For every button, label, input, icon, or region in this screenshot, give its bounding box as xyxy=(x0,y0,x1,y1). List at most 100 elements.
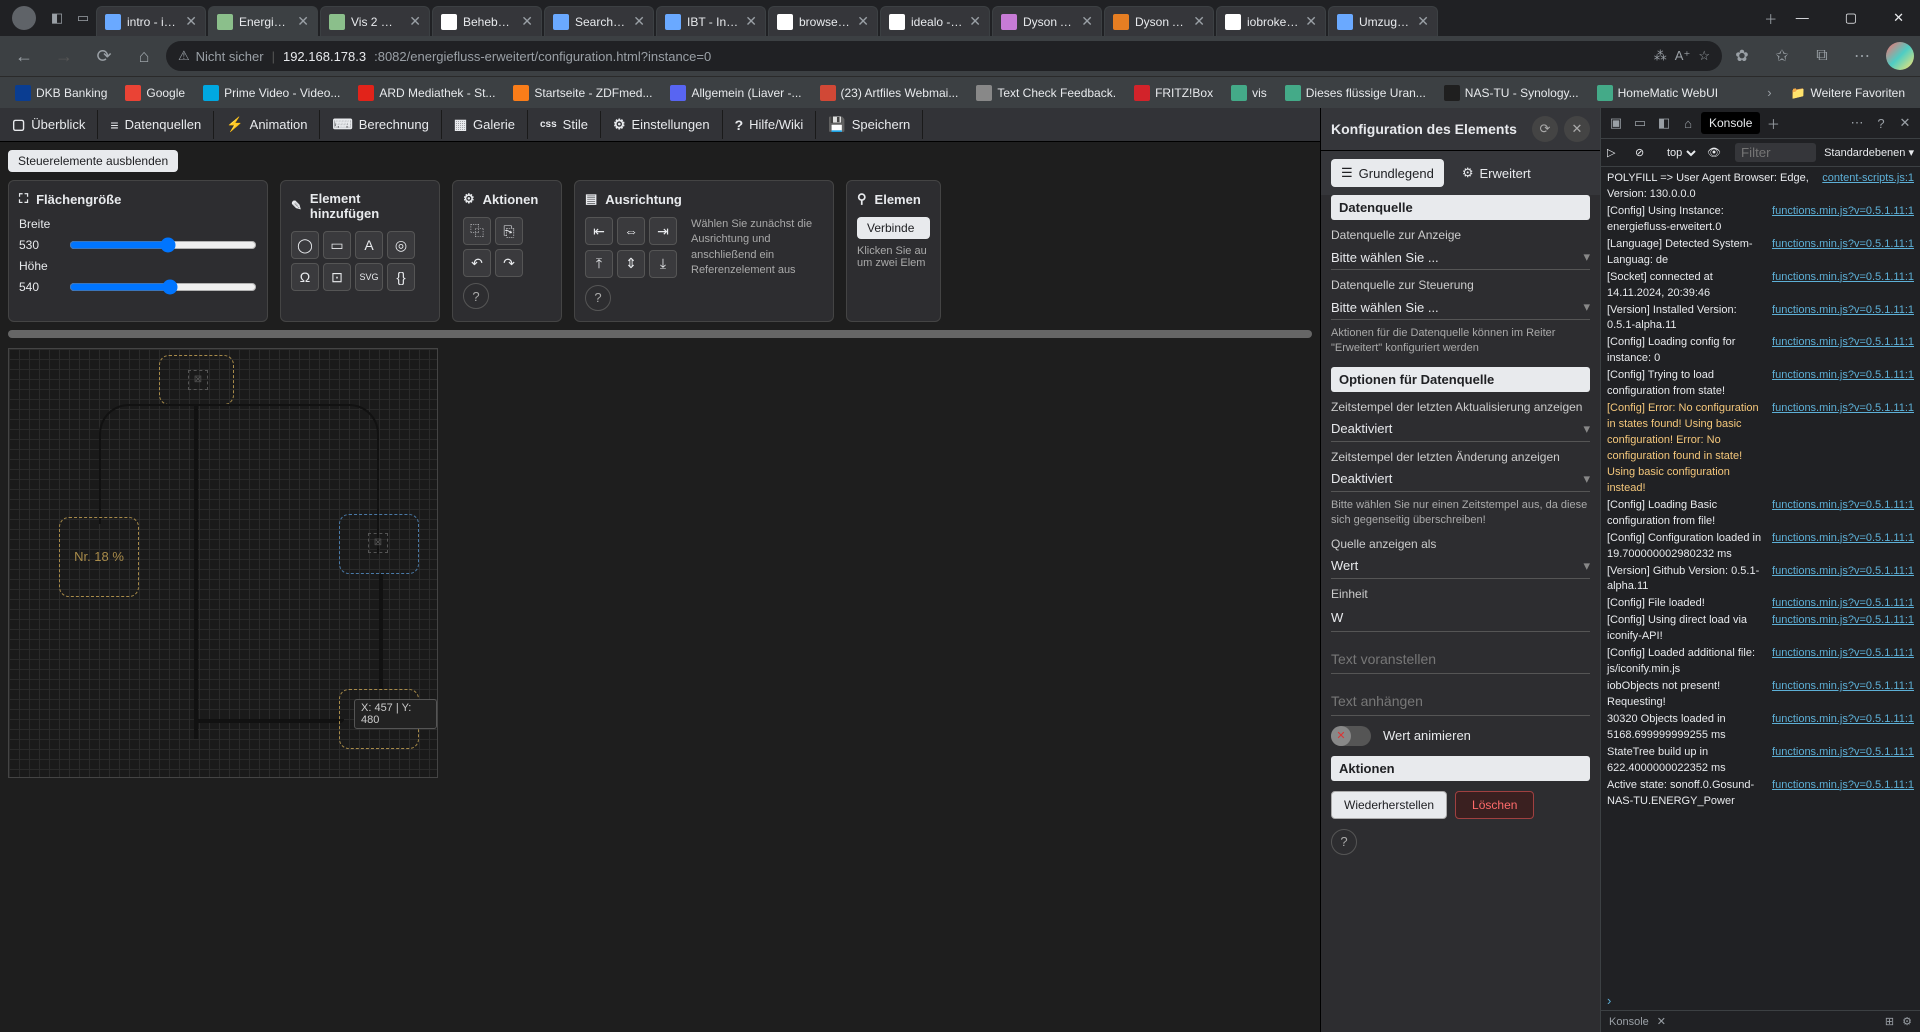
log-source-link[interactable]: functions.min.js?v=0.5.1.11:1 xyxy=(1772,368,1914,400)
add-svg-button[interactable]: SVG xyxy=(355,263,383,291)
help-icon[interactable]: ? xyxy=(1331,829,1357,855)
clear-console-icon[interactable]: ▷ xyxy=(1607,146,1627,159)
timestamp-update-select[interactable]: Deaktiviert▾ xyxy=(1331,417,1590,442)
bookmark-item[interactable]: Dieses flüssige Uran... xyxy=(1278,82,1433,104)
add-text-button[interactable]: A xyxy=(355,231,383,259)
issues-icon[interactable]: ⊞ xyxy=(1885,1015,1894,1028)
toolbar-button[interactable]: ⚙Einstellungen xyxy=(601,110,723,139)
browser-tab[interactable]: idealo - Such✕ xyxy=(880,6,990,36)
log-source-link[interactable]: functions.min.js?v=0.5.1.11:1 xyxy=(1772,270,1914,302)
tab-advanced[interactable]: ⚙Erweitert xyxy=(1452,159,1541,187)
close-tab-icon[interactable]: ✕ xyxy=(969,13,981,30)
log-source-link[interactable]: functions.min.js?v=0.5.1.11:1 xyxy=(1772,646,1914,678)
ban-icon[interactable]: ⊘ xyxy=(1635,146,1655,159)
add-ring-button[interactable]: ◎ xyxy=(387,231,415,259)
refresh-button[interactable]: ⟳ xyxy=(86,38,122,74)
log-source-link[interactable]: functions.min.js?v=0.5.1.11:1 xyxy=(1772,596,1914,612)
inspect-icon[interactable]: ▣ xyxy=(1605,112,1627,134)
close-tab-icon[interactable]: ✕ xyxy=(1193,13,1205,30)
prepend-input[interactable] xyxy=(1331,646,1590,674)
new-tab-devtools-icon[interactable]: ＋ xyxy=(1762,112,1784,134)
home-button[interactable]: ⌂ xyxy=(126,38,162,74)
toolbar-button[interactable]: 💾Speichern xyxy=(816,110,923,139)
copilot-icon[interactable] xyxy=(1886,42,1914,70)
log-source-link[interactable]: functions.min.js?v=0.5.1.11:1 xyxy=(1772,564,1914,596)
canvas-element-label[interactable]: Nr. 18 % xyxy=(59,517,139,597)
align-top-button[interactable]: ⤒ xyxy=(585,250,613,278)
width-slider[interactable] xyxy=(69,237,257,253)
more-bookmarks-button[interactable]: 📁Weitere Favoriten xyxy=(1784,83,1912,103)
copy-button[interactable]: ⿻ xyxy=(463,217,491,245)
help-icon[interactable]: ? xyxy=(463,283,489,309)
close-tab-icon[interactable]: ✕ xyxy=(1081,13,1093,30)
toolbar-button[interactable]: ?Hilfe/Wiki xyxy=(723,111,817,139)
delete-button[interactable]: Löschen xyxy=(1455,791,1534,819)
close-tab-icon[interactable]: ✕ xyxy=(409,13,421,30)
bookmark-item[interactable]: Startseite - ZDFmed... xyxy=(506,82,659,104)
restore-button[interactable]: Wiederherstellen xyxy=(1331,791,1447,819)
add-ohm-button[interactable]: Ω xyxy=(291,263,319,291)
favorites-icon[interactable]: ✩ xyxy=(1766,40,1798,72)
browser-tab[interactable]: Dyson Airwra✕ xyxy=(1104,6,1214,36)
bookmarks-overflow-icon[interactable]: › xyxy=(1759,85,1779,100)
refresh-config-button[interactable]: ⟳ xyxy=(1532,116,1558,142)
reading-mode-icon[interactable]: A⁺ xyxy=(1675,48,1691,64)
add-image-button[interactable]: ⊡ xyxy=(323,263,351,291)
bookmark-item[interactable]: HomeMatic WebUI xyxy=(1590,82,1725,104)
devtools-tab-console[interactable]: Konsole xyxy=(1701,112,1760,134)
profile-avatar[interactable] xyxy=(12,6,36,30)
datasource-display-select[interactable]: Bitte wählen Sie ...▾ xyxy=(1331,245,1590,270)
dock-icon[interactable]: ◧ xyxy=(1653,112,1675,134)
footer-console-tab[interactable]: Konsole xyxy=(1609,1016,1649,1028)
workspaces-icon[interactable]: ◧ xyxy=(44,5,70,31)
log-source-link[interactable]: functions.min.js?v=0.5.1.11:1 xyxy=(1772,712,1914,744)
align-right-button[interactable]: ⇥ xyxy=(649,217,677,245)
eye-icon[interactable]: 👁 xyxy=(1707,146,1727,159)
connect-button[interactable]: Verbinde xyxy=(857,217,930,239)
datasource-control-select[interactable]: Bitte wählen Sie ...▾ xyxy=(1331,295,1590,320)
translate-icon[interactable]: ⁂ xyxy=(1654,48,1667,64)
bookmark-item[interactable]: Prime Video - Video... xyxy=(196,82,347,104)
browser-tab[interactable]: Vis 2 Widget✕ xyxy=(320,6,430,36)
log-source-link[interactable]: functions.min.js?v=0.5.1.11:1 xyxy=(1772,745,1914,777)
bookmark-item[interactable]: vis xyxy=(1224,82,1274,104)
minimize-button[interactable]: — xyxy=(1784,6,1821,30)
console-filter[interactable] xyxy=(1735,143,1816,162)
close-tab-icon[interactable]: ✕ xyxy=(185,13,197,30)
timestamp-change-select[interactable]: Deaktiviert▾ xyxy=(1331,467,1590,492)
paste-button[interactable]: ⎘ xyxy=(495,217,523,245)
close-config-button[interactable]: ✕ xyxy=(1564,116,1590,142)
close-tab-icon[interactable]: ✕ xyxy=(297,13,309,30)
back-button[interactable]: ← xyxy=(6,38,42,74)
collections-icon[interactable]: ⧉ xyxy=(1806,40,1838,72)
log-source-link[interactable]: content-scripts.js:1 xyxy=(1822,171,1914,203)
toggle-controls-button[interactable]: Steuerelemente ausblenden xyxy=(8,150,178,172)
toolbar-button[interactable]: ⌨Berechnung xyxy=(320,110,441,139)
favorite-icon[interactable]: ☆ xyxy=(1698,48,1710,64)
bookmark-item[interactable]: ARD Mediathek - St... xyxy=(351,82,502,104)
browser-tab[interactable]: Dyson Airwra✕ xyxy=(992,6,1102,36)
context-select[interactable]: top xyxy=(1663,146,1699,160)
browser-tab[interactable]: intro - iobrok✕ xyxy=(96,6,206,36)
bookmark-item[interactable]: NAS-TU - Synology... xyxy=(1437,82,1586,104)
log-source-link[interactable]: functions.min.js?v=0.5.1.11:1 xyxy=(1772,613,1914,645)
animate-toggle[interactable]: ✕ xyxy=(1331,726,1371,746)
tab-basic[interactable]: ☰Grundlegend xyxy=(1331,159,1444,187)
log-source-link[interactable]: functions.min.js?v=0.5.1.11:1 xyxy=(1772,237,1914,269)
toolbar-button[interactable]: ▦Galerie xyxy=(442,110,528,139)
browser-tab[interactable]: Beheben von✕ xyxy=(432,6,542,36)
help-icon[interactable]: ? xyxy=(585,285,611,311)
device-icon[interactable]: ▭ xyxy=(1629,112,1651,134)
browser-tab[interactable]: browser kon✕ xyxy=(768,6,878,36)
log-source-link[interactable]: functions.min.js?v=0.5.1.11:1 xyxy=(1772,679,1914,711)
close-tab-icon[interactable]: ✕ xyxy=(1417,13,1429,30)
bookmark-item[interactable]: Allgemein (Liaver -... xyxy=(663,82,808,104)
toolbar-button[interactable]: ⚡Animation xyxy=(214,110,320,139)
align-center-v-button[interactable]: ⇕ xyxy=(617,250,645,278)
log-source-link[interactable]: functions.min.js?v=0.5.1.11:1 xyxy=(1772,401,1914,497)
align-center-h-button[interactable]: ⇔ xyxy=(617,217,645,245)
tab-actions-icon[interactable]: ▭ xyxy=(70,5,96,31)
log-source-link[interactable]: functions.min.js?v=0.5.1.11:1 xyxy=(1772,335,1914,367)
url-input[interactable]: ⚠Nicht sicher | 192.168.178.3:8082/energ… xyxy=(166,41,1722,71)
log-levels-select[interactable]: Standardebenen ▾ xyxy=(1824,146,1914,159)
